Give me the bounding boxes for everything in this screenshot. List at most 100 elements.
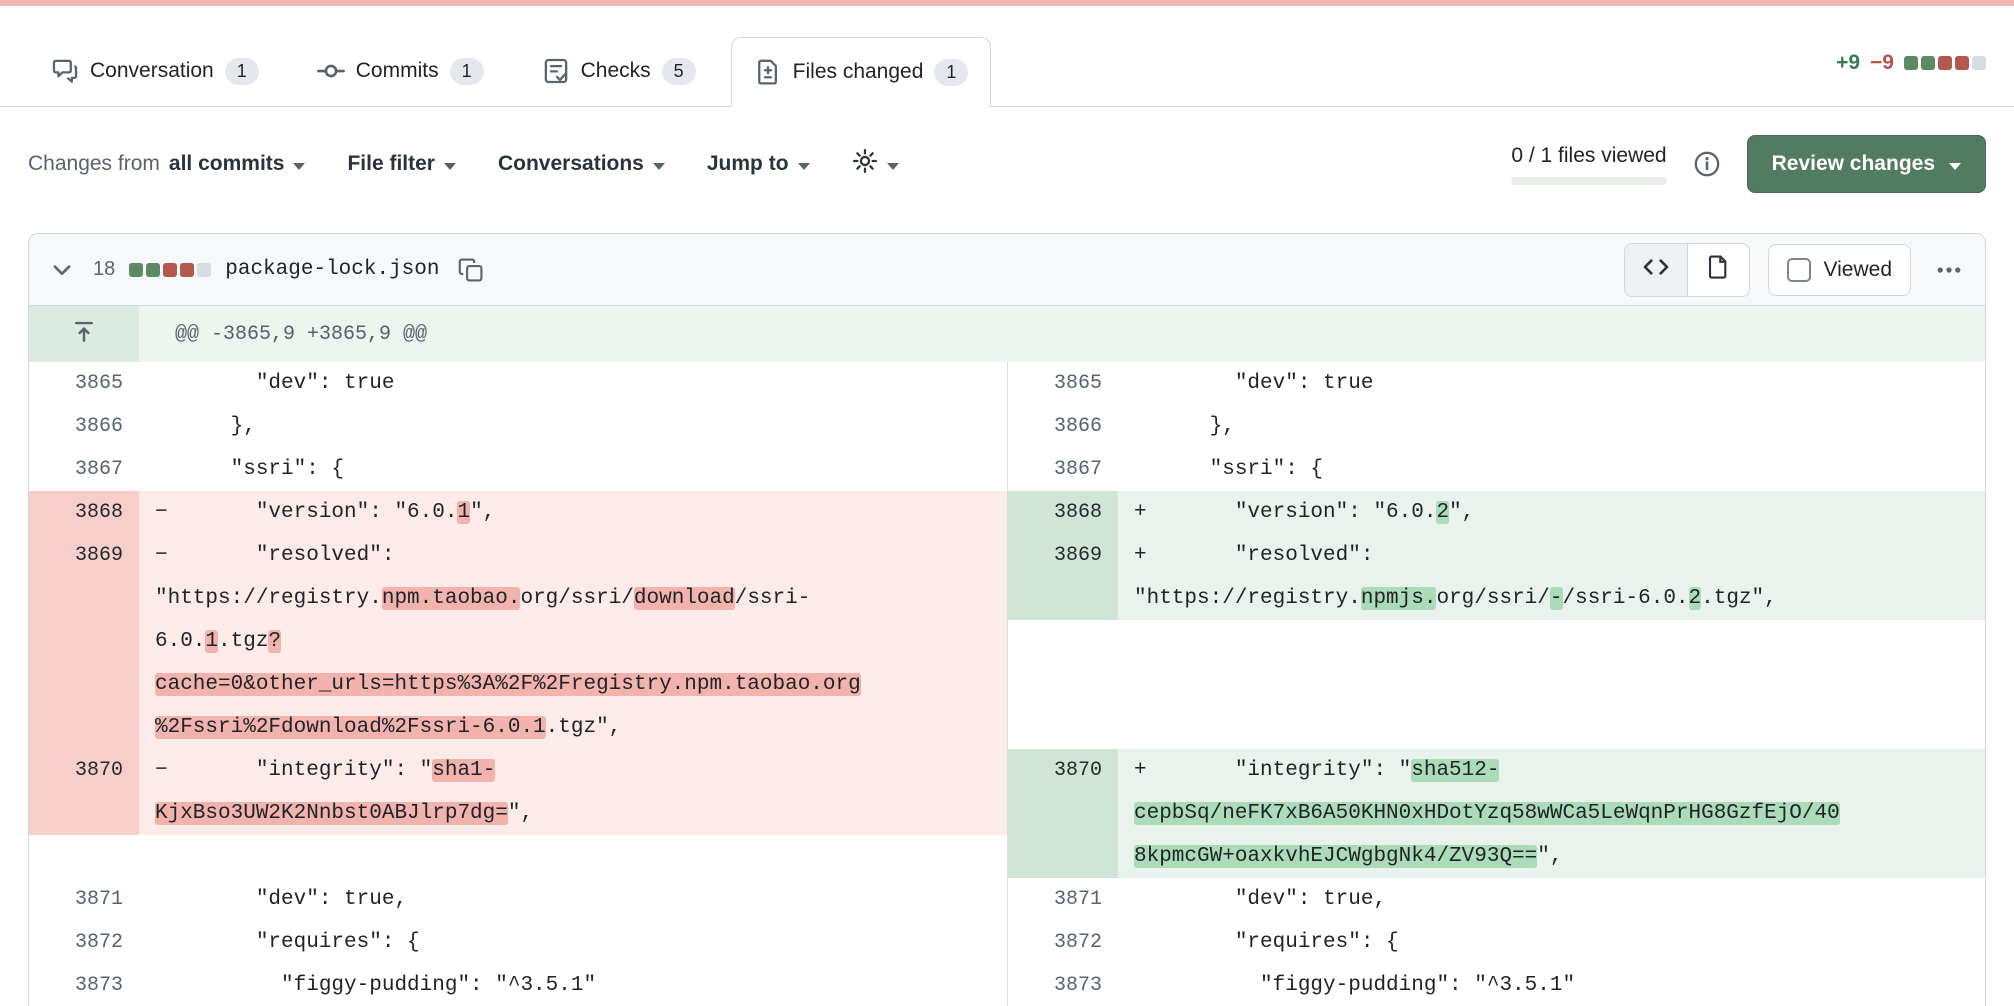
gear-icon — [852, 148, 878, 180]
line-number[interactable]: 3868 — [1008, 491, 1118, 534]
viewed-toggle-button[interactable]: Viewed — [1768, 244, 1912, 296]
changes-from-dropdown[interactable]: Changes from all commits — [28, 152, 305, 176]
viewed-checkbox[interactable] — [1787, 258, 1811, 282]
line-number[interactable]: 3865 — [1008, 362, 1118, 405]
conversations-dropdown[interactable]: Conversations — [498, 152, 665, 176]
file-diffstat-blocks — [129, 263, 211, 277]
code-line: "ssri": { — [1134, 448, 1985, 491]
tab-label: Files changed — [793, 60, 924, 84]
line-number[interactable]: 3868 — [29, 491, 139, 534]
changes-from-value: all commits — [169, 152, 285, 176]
expand-hunk-button[interactable] — [29, 306, 139, 362]
code-line: "dev": true, — [1134, 878, 1985, 921]
collapse-file-chevron-icon[interactable] — [45, 253, 79, 287]
files-viewed-progress: 0 / 1 files viewed — [1511, 144, 1666, 185]
code-line: "dev": true — [155, 362, 1007, 405]
code-cell: − "version": "6.0.1", — [139, 491, 1007, 534]
diff-row-context: 3873 "figgy-pudding": "^3.5.1" — [29, 964, 1007, 1006]
diff-toolbar: Changes from all commits File filter Con… — [0, 135, 2014, 193]
line-number[interactable]: 3870 — [1008, 749, 1118, 878]
tab-label: Conversation — [90, 59, 214, 83]
code-line — [155, 835, 1007, 878]
diff-row-context: 3865 "dev": true — [29, 362, 1007, 405]
line-number[interactable]: 3873 — [1008, 964, 1118, 1006]
line-number[interactable]: 3872 — [1008, 921, 1118, 964]
code-cell: "dev": true — [1118, 362, 1985, 405]
source-diff-button[interactable] — [1625, 244, 1687, 296]
toolbar-dropdowns: Changes from all commits File filter Con… — [28, 148, 899, 180]
diff-row-context: 3867 "ssri": { — [1008, 448, 1985, 491]
tab-checks[interactable]: Checks 5 — [519, 36, 719, 106]
diff-marker: − — [155, 491, 168, 534]
expand-up-icon — [71, 319, 97, 350]
file-name: package-lock.json — [225, 258, 439, 281]
chevron-down-icon — [887, 163, 899, 170]
code-line: }, — [1134, 405, 1985, 448]
code-cell: − "integrity": "sha1-KjxBso3UW2K2Nnbst0A… — [139, 749, 1007, 835]
file-diff-panel: 18 package-lock.json View — [28, 233, 1986, 1006]
line-number[interactable]: 3872 — [29, 921, 139, 964]
chevron-down-icon — [798, 163, 810, 170]
tab-conversation[interactable]: Conversation 1 — [28, 36, 282, 106]
code-cell: − "resolved":"https://registry.npm.taoba… — [139, 534, 1007, 749]
diffstat-block-add — [1921, 56, 1935, 70]
tab-label: Commits — [356, 59, 439, 83]
copy-file-path-icon[interactable] — [454, 253, 488, 287]
code-line: 6.0.1.tgz? — [155, 620, 1007, 663]
tab-counter: 1 — [225, 58, 259, 85]
comment-discussion-icon — [51, 57, 79, 85]
code-cell — [139, 835, 1007, 878]
tab-files-changed[interactable]: Files changed 1 — [731, 37, 992, 107]
code-cell: + "resolved":"https://registry.npmjs.org… — [1118, 534, 1985, 620]
code-cell: "requires": { — [1118, 921, 1985, 964]
line-number[interactable]: 3866 — [1008, 405, 1118, 448]
changes-from-label: Changes from — [28, 152, 160, 176]
diffstat: +9 −9 — [1836, 51, 1986, 75]
diffstat-block-add — [146, 263, 160, 277]
header-diffstat-blocks — [1904, 56, 1986, 70]
line-number[interactable]: 3871 — [1008, 878, 1118, 921]
tab-commits[interactable]: Commits 1 — [294, 36, 507, 106]
diff-row-del: 3869− "resolved":"https://registry.npm.t… — [29, 534, 1007, 749]
gutter-filler — [1008, 620, 1118, 749]
code-cell: "figgy-pudding": "^3.5.1" — [139, 964, 1007, 1006]
review-changes-button[interactable]: Review changes — [1747, 135, 1986, 193]
code-cell: + "integrity": "sha512-cepbSq/neFK7xB6A5… — [1118, 749, 1985, 878]
line-number[interactable]: 3867 — [1008, 448, 1118, 491]
tab-counter: 1 — [934, 59, 968, 86]
file-filter-dropdown[interactable]: File filter — [347, 152, 456, 176]
diff-settings-dropdown[interactable] — [852, 148, 899, 180]
diff-row-context: 3872 "requires": { — [1008, 921, 1985, 964]
diff-row-context: 3866 }, — [1008, 405, 1985, 448]
diffstat-block-del — [1955, 56, 1969, 70]
rich-diff-button[interactable] — [1687, 244, 1749, 296]
line-number[interactable]: 3867 — [29, 448, 139, 491]
diffstat-deletions: −9 — [1870, 51, 1894, 75]
diffstat-additions: +9 — [1836, 51, 1860, 75]
jump-to-dropdown[interactable]: Jump to — [707, 152, 810, 176]
review-changes-label: Review changes — [1772, 152, 1935, 176]
diff-row-del: 3870− "integrity": "sha1-KjxBso3UW2K2Nnb… — [29, 749, 1007, 835]
code-line: "figgy-pudding": "^3.5.1" — [155, 964, 1007, 1006]
file-changes-count: 18 — [93, 258, 115, 281]
kebab-menu-icon[interactable] — [1929, 250, 1969, 290]
line-number[interactable]: 3873 — [29, 964, 139, 1006]
line-number[interactable]: 3870 — [29, 749, 139, 835]
file-icon — [1705, 254, 1731, 285]
line-number[interactable]: 3869 — [1008, 534, 1118, 620]
hunk-header-text: @@ -3865,9 +3865,9 @@ — [139, 306, 427, 362]
code-line — [1134, 706, 1985, 749]
diff-marker: + — [1134, 749, 1147, 792]
info-icon[interactable] — [1693, 150, 1721, 178]
diffstat-block-neutral — [197, 263, 211, 277]
code-line: %2Fssri%2Fdownload%2Fssri-6.0.1.tgz", — [155, 706, 1007, 749]
line-number[interactable]: 3871 — [29, 878, 139, 921]
diff-row-filler — [29, 835, 1007, 878]
line-number[interactable]: 3866 — [29, 405, 139, 448]
pr-tabs-bar: Conversation 1 Commits 1 Checks 5 Files … — [0, 6, 2014, 107]
chevron-down-icon — [444, 163, 456, 170]
line-number[interactable]: 3865 — [29, 362, 139, 405]
diffstat-block-del — [163, 263, 177, 277]
line-number[interactable]: 3869 — [29, 534, 139, 749]
code-line: "https://registry.npmjs.org/ssri/-/ssri-… — [1134, 577, 1985, 620]
